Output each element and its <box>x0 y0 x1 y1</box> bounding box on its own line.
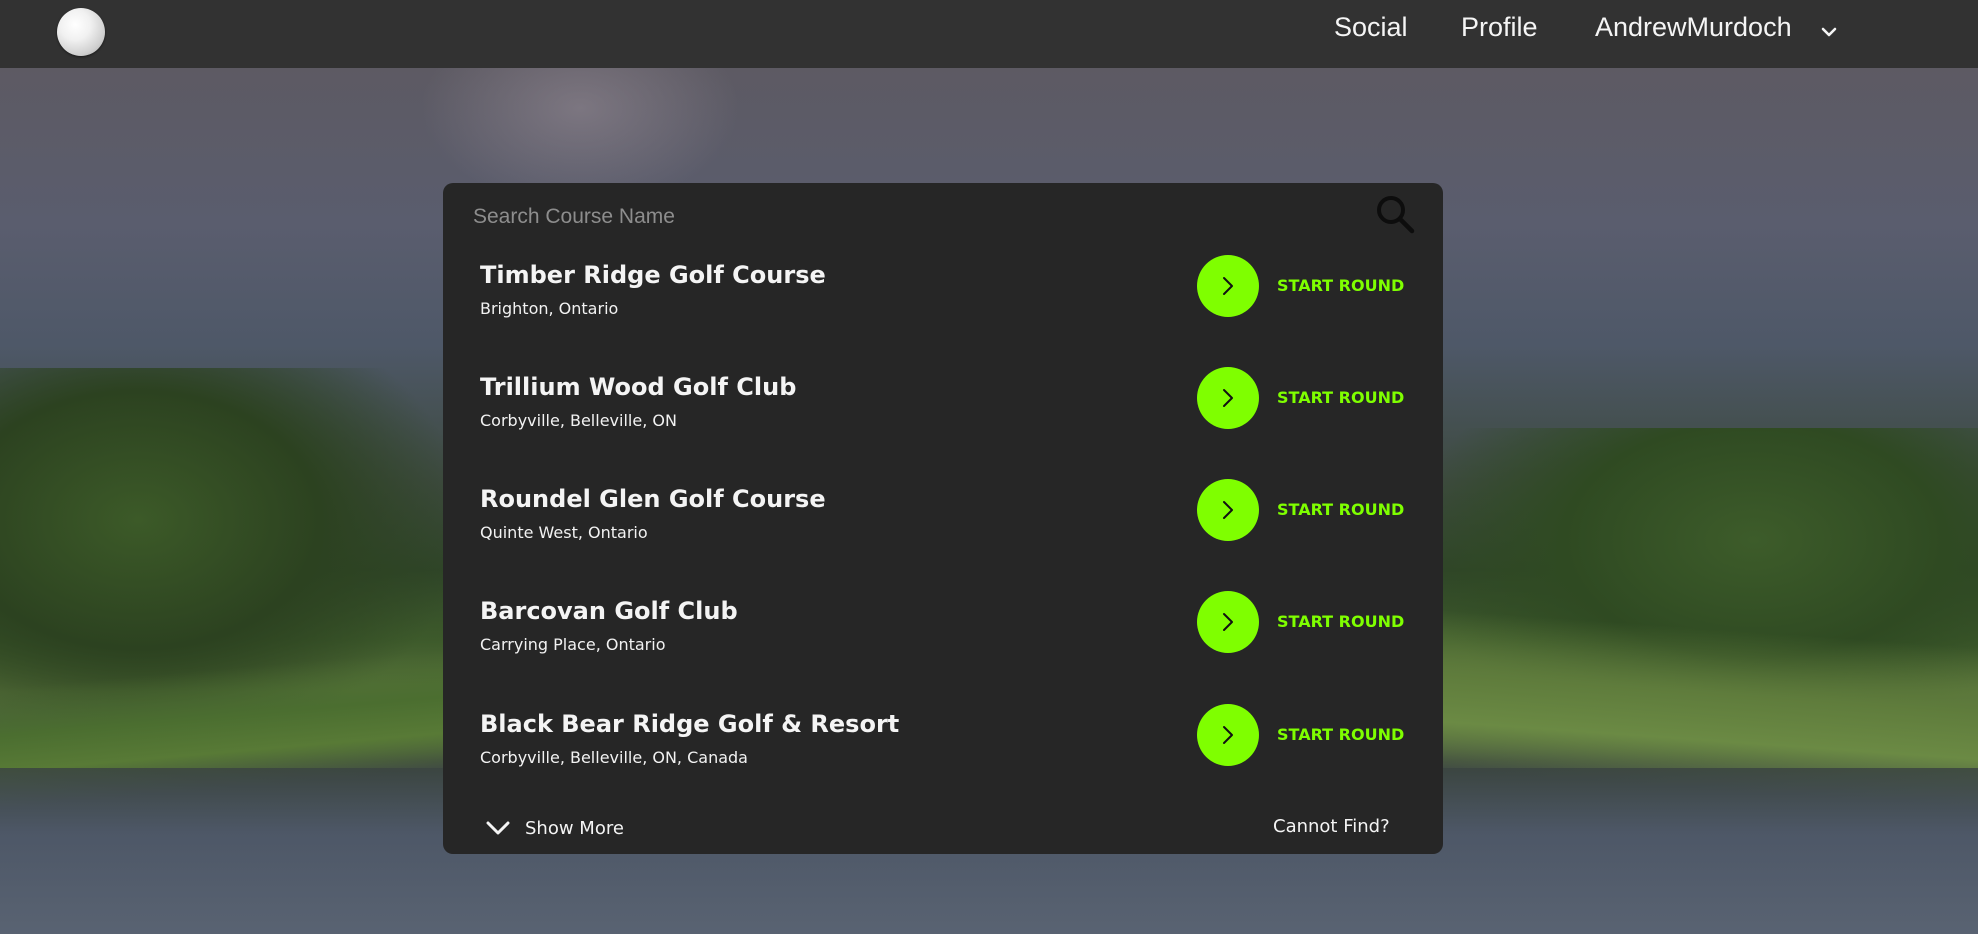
course-name[interactable]: Barcovan Golf Club <box>480 597 738 625</box>
start-round-button[interactable] <box>1197 479 1259 541</box>
nav-profile-link[interactable]: Profile <box>1461 12 1538 43</box>
chevron-right-icon <box>1223 277 1233 295</box>
course-location: Brighton, Ontario <box>480 299 619 318</box>
start-round-label[interactable]: START ROUND <box>1277 725 1404 744</box>
start-round-label[interactable]: START ROUND <box>1277 612 1404 631</box>
top-navbar: Social Profile AndrewMurdoch <box>0 0 1978 68</box>
show-more-button[interactable]: Show More <box>485 813 624 843</box>
course-list-item: Roundel Glen Golf Course Quinte West, On… <box>480 479 1410 565</box>
start-round-label[interactable]: START ROUND <box>1277 276 1404 295</box>
start-round-label[interactable]: START ROUND <box>1277 500 1404 519</box>
course-location: Quinte West, Ontario <box>480 523 648 542</box>
course-location: Carrying Place, Ontario <box>480 635 666 654</box>
show-more-label: Show More <box>525 817 624 839</box>
course-list-item: Timber Ridge Golf Course Brighton, Ontar… <box>480 255 1410 341</box>
search-input[interactable] <box>473 197 1333 237</box>
start-round-label[interactable]: START ROUND <box>1277 388 1404 407</box>
course-list-item: Trillium Wood Golf Club Corbyville, Bell… <box>480 367 1410 453</box>
chevron-right-icon <box>1223 389 1233 407</box>
chevron-right-icon <box>1223 501 1233 519</box>
start-round-button[interactable] <box>1197 591 1259 653</box>
chevron-right-icon <box>1223 613 1233 631</box>
start-round-button[interactable] <box>1197 367 1259 429</box>
search-icon[interactable] <box>1374 193 1416 235</box>
course-location: Corbyville, Belleville, ON <box>480 411 677 430</box>
cannot-find-link[interactable]: Cannot Find? <box>1273 816 1390 837</box>
start-round-button[interactable] <box>1197 255 1259 317</box>
course-name[interactable]: Timber Ridge Golf Course <box>480 261 826 289</box>
course-list-item: Black Bear Ridge Golf & Resort Corbyvill… <box>480 704 1410 790</box>
user-menu-name[interactable]: AndrewMurdoch <box>1595 12 1792 43</box>
course-location: Corbyville, Belleville, ON, Canada <box>480 748 748 767</box>
start-round-button[interactable] <box>1197 704 1259 766</box>
golf-ball-icon[interactable] <box>57 8 105 56</box>
course-name[interactable]: Roundel Glen Golf Course <box>480 485 826 513</box>
course-name[interactable]: Black Bear Ridge Golf & Resort <box>480 710 899 738</box>
nav-social-link[interactable]: Social <box>1334 12 1408 43</box>
chevron-down-icon <box>486 821 510 835</box>
chevron-right-icon <box>1223 726 1233 744</box>
course-search-panel: Timber Ridge Golf Course Brighton, Ontar… <box>443 183 1443 854</box>
course-list-item: Barcovan Golf Club Carrying Place, Ontar… <box>480 591 1410 677</box>
course-name[interactable]: Trillium Wood Golf Club <box>480 373 796 401</box>
chevron-down-icon[interactable] <box>1819 22 1839 42</box>
